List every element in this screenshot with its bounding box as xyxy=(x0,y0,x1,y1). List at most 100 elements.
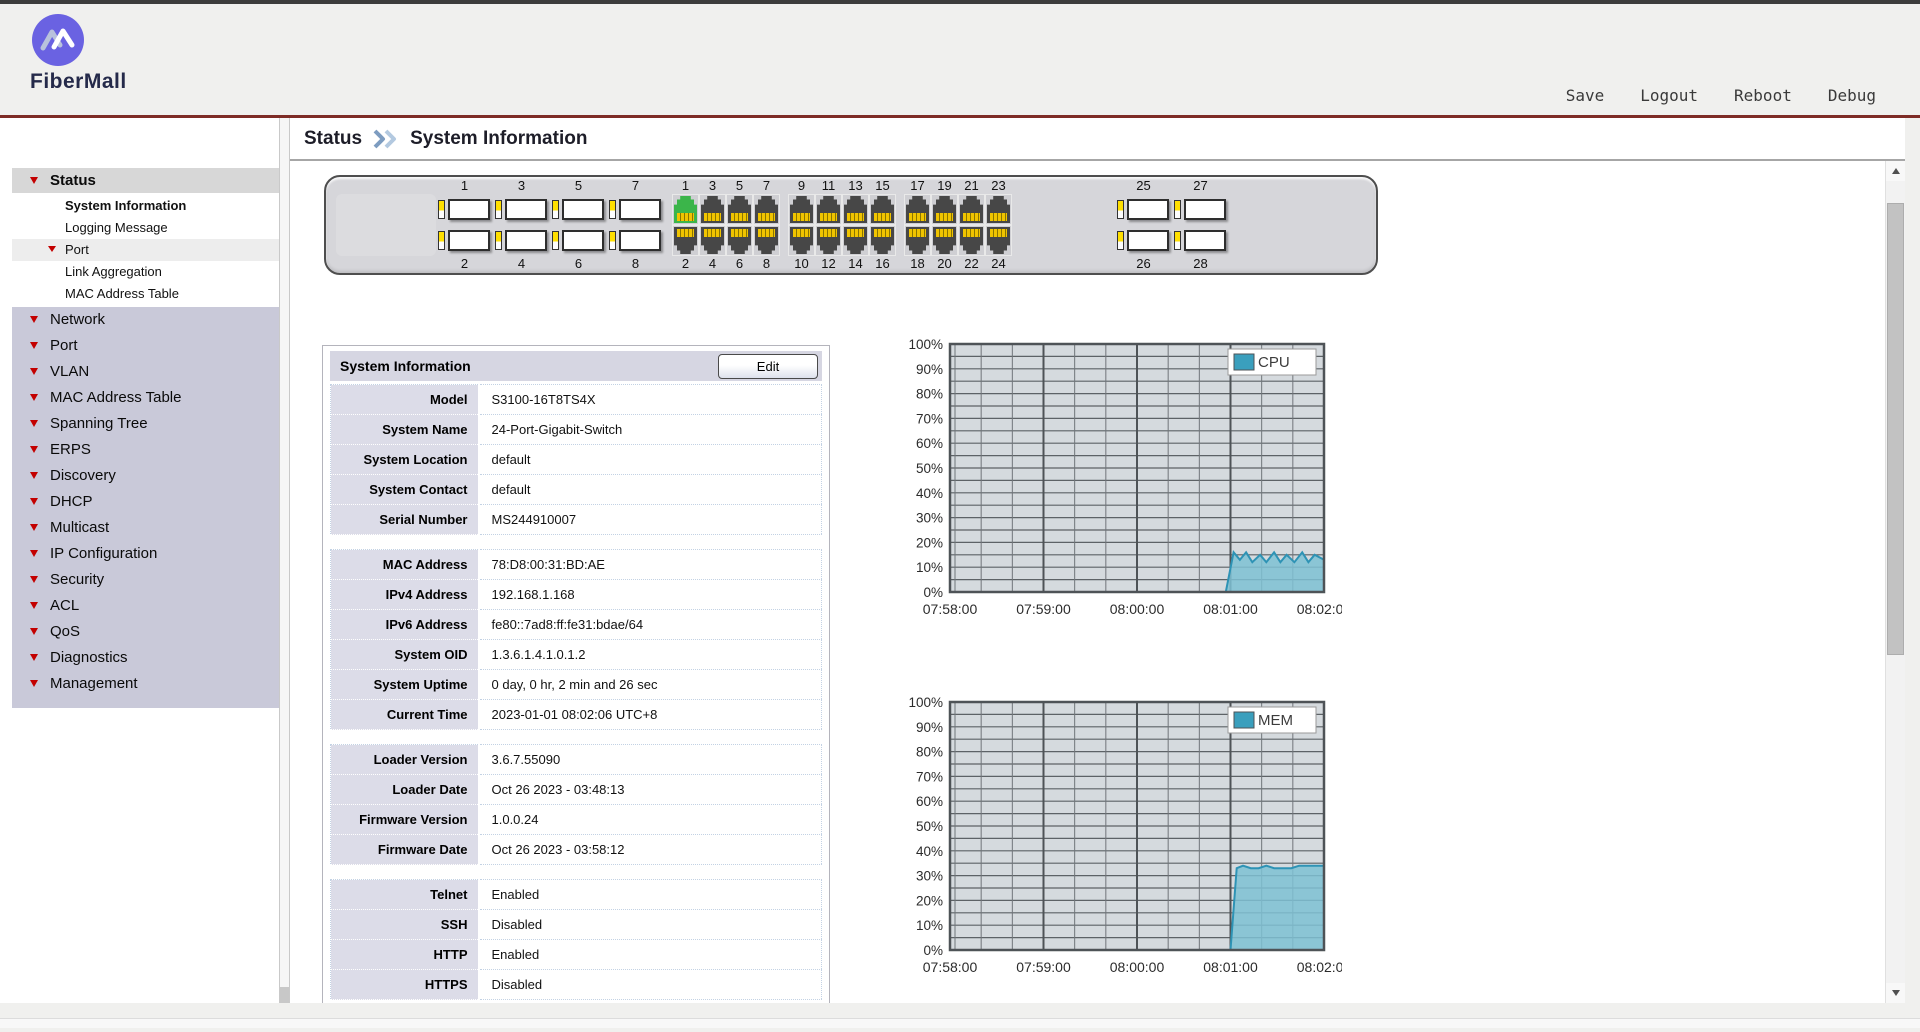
sidebar-category-spanning-tree[interactable]: Spanning Tree xyxy=(12,411,279,437)
rj45-port-12[interactable] xyxy=(815,225,842,256)
rj45-port-23[interactable] xyxy=(985,194,1012,225)
port-number-label: 14 xyxy=(848,256,862,272)
svg-text:0%: 0% xyxy=(923,585,943,600)
sidebar-item-system-information[interactable]: System Information xyxy=(12,195,279,217)
port-number-label: 9 xyxy=(798,178,805,194)
rj45-port-5[interactable] xyxy=(726,194,753,225)
info-table: Loader Version 3.6.7.55090 Loader Date O… xyxy=(330,744,822,865)
panel-header: System Information Edit xyxy=(330,351,822,381)
save-link[interactable]: Save xyxy=(1566,86,1605,105)
sidebar-category-acl[interactable]: ACL xyxy=(12,593,279,619)
edit-button[interactable]: Edit xyxy=(718,354,818,379)
rj45-port-9[interactable] xyxy=(788,194,815,225)
info-value: default xyxy=(479,475,822,505)
rj45-port-10[interactable] xyxy=(788,225,815,256)
svg-text:08:02:00: 08:02:00 xyxy=(1297,601,1342,617)
rj45-port-11[interactable] xyxy=(815,194,842,225)
rj45-port-7[interactable] xyxy=(753,194,780,225)
sfp-port-5[interactable] xyxy=(550,194,607,225)
sfp-port-26[interactable] xyxy=(1115,225,1172,256)
scroll-thumb[interactable] xyxy=(1887,203,1904,655)
sidebar-item-link-aggregation[interactable]: Link Aggregation xyxy=(12,261,279,283)
rj45-port-22[interactable] xyxy=(958,225,985,256)
info-label: Loader Date xyxy=(331,775,479,805)
rj45-port-4[interactable] xyxy=(699,225,726,256)
sfp-port-1[interactable] xyxy=(436,194,493,225)
sfp-port-column: 5 6 xyxy=(550,178,607,272)
sfp-port-7[interactable] xyxy=(607,194,664,225)
port-number-label: 1 xyxy=(682,178,689,194)
sfp-port-28[interactable] xyxy=(1172,225,1229,256)
sfp-port-6[interactable] xyxy=(550,225,607,256)
rj45-port-17[interactable] xyxy=(904,194,931,225)
sidebar-category-diagnostics[interactable]: Diagnostics xyxy=(12,645,279,671)
rj45-port-16[interactable] xyxy=(869,225,896,256)
rj45-port-column: 23 24 xyxy=(985,178,1012,272)
sfp-slot-icon xyxy=(562,230,604,251)
sidebar-item-mac-address-table[interactable]: MAC Address Table xyxy=(12,283,279,305)
rj45-port-6[interactable] xyxy=(726,225,753,256)
sidebar-category-qos[interactable]: QoS xyxy=(12,619,279,645)
rj45-port-21[interactable] xyxy=(958,194,985,225)
info-row: IPv4 Address 192.168.1.168 xyxy=(331,580,822,610)
rj45-pins-icon xyxy=(793,229,810,237)
sidebar-item-port[interactable]: Port xyxy=(12,239,279,261)
rj45-port-column: 21 22 xyxy=(958,178,985,272)
rj45-port-8[interactable] xyxy=(753,225,780,256)
sfp-port-25[interactable] xyxy=(1115,194,1172,225)
sidebar-scrollbar[interactable] xyxy=(279,118,290,1003)
sidebar-category-security[interactable]: Security xyxy=(12,567,279,593)
info-value: Disabled xyxy=(479,910,822,940)
sidebar-category-ip-configuration[interactable]: IP Configuration xyxy=(12,541,279,567)
sidebar-category-erps[interactable]: ERPS xyxy=(12,437,279,463)
logout-link[interactable]: Logout xyxy=(1640,86,1698,105)
scroll-up-button[interactable] xyxy=(1886,161,1905,181)
info-label: System Contact xyxy=(331,475,479,505)
rj45-port-19[interactable] xyxy=(931,194,958,225)
sidebar-category-multicast[interactable]: Multicast xyxy=(12,515,279,541)
sidebar-item-logging-message[interactable]: Logging Message xyxy=(12,217,279,239)
info-row: System Uptime 0 day, 0 hr, 2 min and 26 … xyxy=(331,670,822,700)
brand: FiberMall xyxy=(30,12,140,94)
port-number-label: 3 xyxy=(518,178,525,194)
rj45-port-15[interactable] xyxy=(869,194,896,225)
sfp-port-4[interactable] xyxy=(493,225,550,256)
sfp-port-3[interactable] xyxy=(493,194,550,225)
rj45-port-13[interactable] xyxy=(842,194,869,225)
svg-text:50%: 50% xyxy=(916,461,943,476)
info-label: MAC Address xyxy=(331,550,479,580)
sidebar-category-label: Network xyxy=(50,311,105,328)
content-body: 1 2 3 4 5 6 7 8 1 2 3 4 5 6 7 8 9 10 xyxy=(290,161,1885,1003)
rj45-port-18[interactable] xyxy=(904,225,931,256)
scroll-down-button[interactable] xyxy=(1886,983,1905,1003)
rj45-port-14[interactable] xyxy=(842,225,869,256)
port-number-label: 5 xyxy=(736,178,743,194)
sfp-slot-icon xyxy=(1184,199,1226,220)
reboot-link[interactable]: Reboot xyxy=(1734,86,1792,105)
rj45-pins-icon xyxy=(793,213,810,221)
port-number-label: 19 xyxy=(937,178,951,194)
sfp-port-8[interactable] xyxy=(607,225,664,256)
sidebar-category-network[interactable]: Network xyxy=(12,307,279,333)
rj45-port-2[interactable] xyxy=(672,225,699,256)
sidebar-category-mac-address-table[interactable]: MAC Address Table xyxy=(12,385,279,411)
sidebar-category-discovery[interactable]: Discovery xyxy=(12,463,279,489)
chevron-down-icon xyxy=(30,524,38,535)
sidebar-category-vlan[interactable]: VLAN xyxy=(12,359,279,385)
content-scrollbar[interactable] xyxy=(1885,161,1905,1003)
bottom-gap xyxy=(0,1003,1920,1018)
rj45-port-3[interactable] xyxy=(699,194,726,225)
sidebar-category-status[interactable]: Status xyxy=(12,168,279,193)
horizontal-scrollbar[interactable] xyxy=(0,1018,1920,1028)
port-number-label: 7 xyxy=(632,178,639,194)
rj45-port-20[interactable] xyxy=(931,225,958,256)
sidebar-category-port[interactable]: Port xyxy=(12,333,279,359)
rj45-port-24[interactable] xyxy=(985,225,1012,256)
rj45-port-1[interactable] xyxy=(672,194,699,225)
sfp-port-2[interactable] xyxy=(436,225,493,256)
sidebar-category-dhcp[interactable]: DHCP xyxy=(12,489,279,515)
sidebar-category-management[interactable]: Management xyxy=(12,671,279,697)
debug-link[interactable]: Debug xyxy=(1828,86,1876,105)
rj45-port-column: 9 10 xyxy=(788,178,815,272)
sfp-port-27[interactable] xyxy=(1172,194,1229,225)
